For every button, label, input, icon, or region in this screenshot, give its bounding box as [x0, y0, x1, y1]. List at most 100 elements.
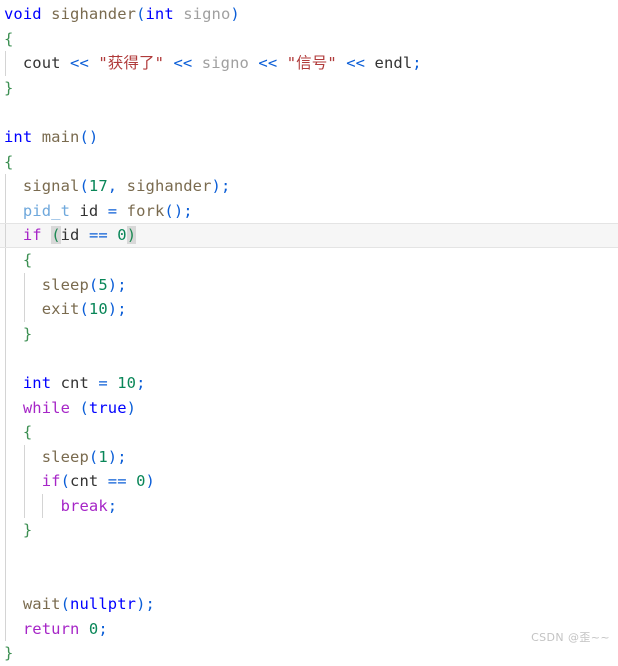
code-token: endl: [374, 54, 413, 73]
code-token: ;: [117, 275, 127, 294]
code-line[interactable]: int cnt = 10;: [0, 370, 618, 396]
indent-guide: [5, 543, 6, 568]
code-line[interactable]: void sighander(int signo): [0, 2, 618, 27]
code-line[interactable]: if(cnt == 0): [0, 469, 618, 494]
code-token: while: [22, 398, 71, 417]
code-line[interactable]: [0, 543, 618, 568]
code-token: (: [79, 300, 89, 319]
code-line[interactable]: }: [0, 321, 618, 347]
code-token: {: [22, 250, 33, 269]
code-token: ): [145, 472, 155, 491]
bracket-match-token: (: [51, 226, 61, 245]
code-token: 10: [88, 300, 108, 319]
code-token: signo: [201, 54, 249, 73]
code-token: if: [22, 226, 42, 245]
code-token: cnt: [70, 472, 99, 491]
code-line[interactable]: {: [0, 27, 618, 52]
code-line[interactable]: [0, 567, 618, 593]
code-token: (: [136, 5, 146, 23]
code-line-current[interactable]: if (id == 0): [0, 223, 618, 248]
code-token: ;: [117, 300, 127, 319]
code-lines-container[interactable]: void sighander(int signo){ cout << "获得了"…: [0, 0, 618, 666]
code-token: =: [107, 201, 118, 220]
code-line[interactable]: }: [0, 76, 618, 101]
code-line[interactable]: [0, 100, 618, 125]
code-editor[interactable]: void sighander(int signo){ cout << "获得了"…: [0, 0, 618, 662]
code-token: id: [60, 226, 80, 245]
code-line[interactable]: }: [0, 641, 618, 666]
code-line[interactable]: int main(): [0, 125, 618, 150]
code-line[interactable]: while (true): [0, 395, 618, 421]
code-line[interactable]: {: [0, 150, 618, 175]
code-line[interactable]: {: [0, 247, 618, 273]
code-token: (: [60, 472, 71, 491]
code-token: if: [41, 472, 61, 491]
code-token: <<: [70, 54, 89, 73]
code-token: sleep: [41, 275, 89, 294]
code-token: ): [173, 201, 184, 220]
code-line[interactable]: sleep(5);: [0, 272, 618, 298]
code-token: fork: [126, 201, 165, 220]
code-line[interactable]: {: [0, 420, 618, 445]
code-token: return: [22, 619, 80, 638]
code-token: (: [79, 398, 89, 417]
bracket-match-token: ): [126, 226, 137, 245]
code-token: 17: [88, 177, 108, 196]
code-line[interactable]: [0, 346, 618, 371]
code-token: {: [4, 152, 14, 171]
code-token: ): [211, 177, 221, 196]
code-line[interactable]: sleep(1);: [0, 444, 618, 470]
code-token: 10: [117, 373, 137, 392]
code-token: 5: [98, 275, 108, 294]
code-token: ;: [412, 54, 422, 73]
code-line[interactable]: return 0;: [0, 616, 618, 642]
code-line[interactable]: cout << "获得了" << signo << "信号" << endl;: [0, 51, 618, 76]
code-token: (: [79, 177, 89, 196]
code-line[interactable]: break;: [0, 493, 618, 519]
code-token: sighander: [126, 177, 212, 196]
code-line[interactable]: pid_t id = fork();: [0, 198, 618, 224]
code-token: (: [79, 127, 89, 146]
code-line[interactable]: signal(17, sighander);: [0, 174, 618, 199]
code-line[interactable]: wait(nullptr);: [0, 592, 618, 617]
code-token: 0: [117, 226, 127, 245]
code-token: signal: [22, 177, 80, 196]
code-token: wait: [22, 595, 61, 614]
code-line[interactable]: exit(10);: [0, 297, 618, 322]
code-token: {: [22, 423, 33, 442]
code-token: }: [22, 521, 33, 540]
code-token: cnt: [60, 373, 89, 392]
code-token: int: [145, 5, 174, 23]
code-token: 1: [98, 447, 108, 466]
code-token: }: [4, 644, 14, 663]
code-token: ): [230, 5, 240, 23]
code-line[interactable]: }: [0, 518, 618, 544]
code-token: ;: [136, 373, 146, 392]
code-token: int: [4, 127, 33, 146]
